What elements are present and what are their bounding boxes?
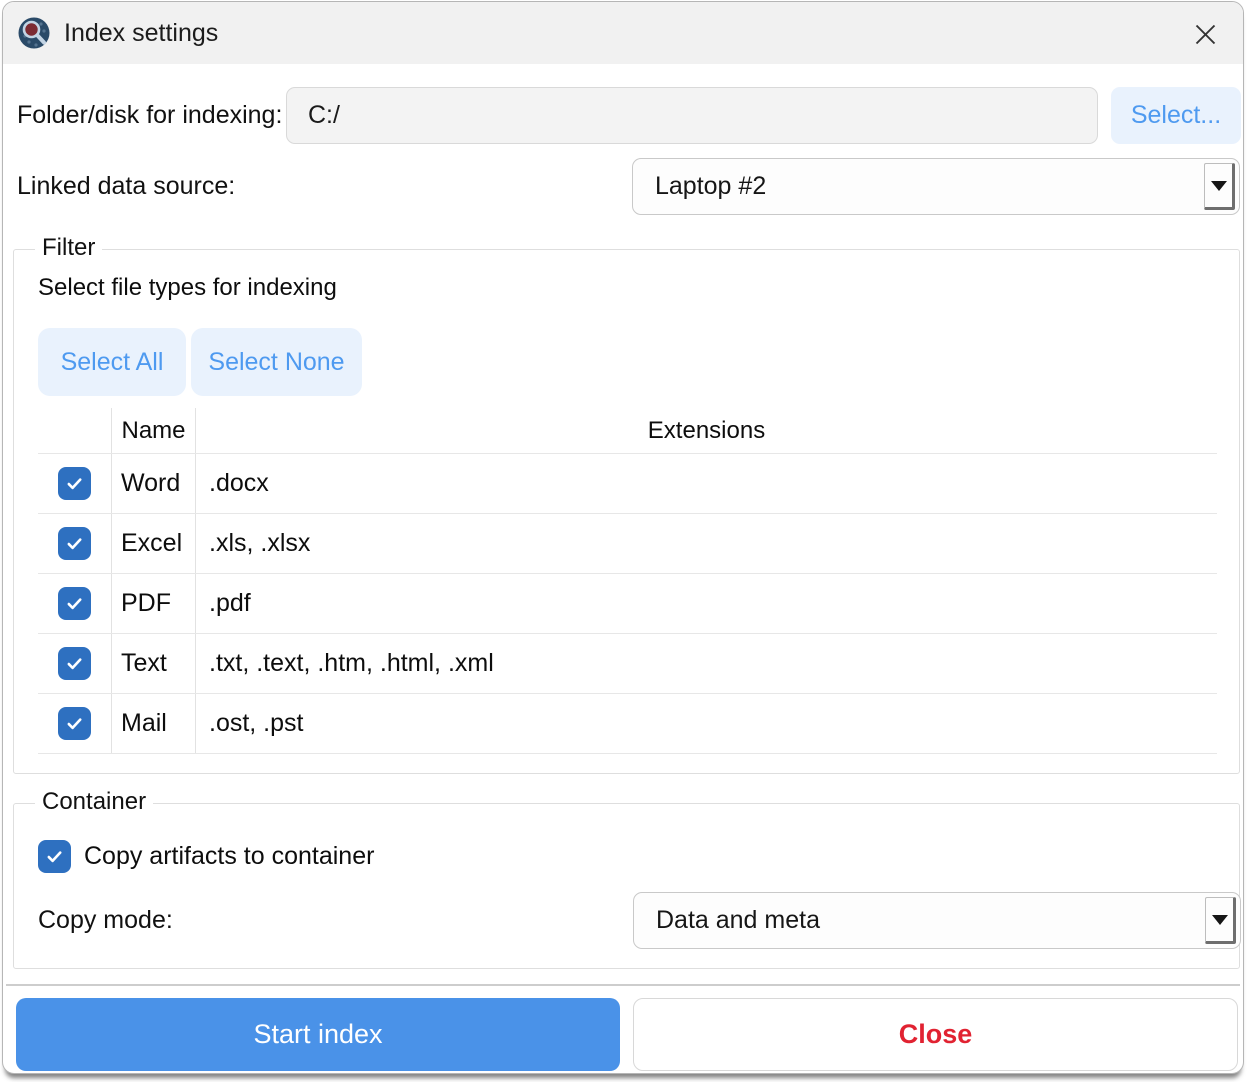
window-title: Index settings (64, 19, 219, 47)
container-groupbox: Container Copy artifacts to container Co… (13, 788, 1241, 969)
file-type-name: Excel (111, 514, 195, 573)
dropdown-arrow-button[interactable] (1204, 163, 1235, 210)
file-type-name: Text (111, 634, 195, 693)
file-type-checkbox[interactable] (58, 587, 91, 620)
footer-divider (6, 984, 1240, 986)
close-button[interactable]: Close (633, 998, 1238, 1071)
file-type-checkbox[interactable] (58, 527, 91, 560)
file-type-row: PDF .pdf (38, 574, 1217, 634)
file-type-row: Text .txt, .text, .htm, .html, .xml (38, 634, 1217, 694)
file-type-checkbox-cell (38, 454, 111, 513)
app-search-globe-icon (16, 15, 52, 51)
table-header-row: Name Extensions (38, 408, 1217, 454)
select-folder-button[interactable]: Select... (1111, 87, 1241, 144)
filter-legend: Filter (35, 234, 103, 262)
start-index-button[interactable]: Start index (16, 998, 620, 1071)
file-type-extensions: .xls, .xlsx (195, 514, 1217, 573)
window-close-icon[interactable] (1181, 14, 1229, 54)
file-type-checkbox-cell (38, 694, 111, 753)
file-type-extensions: .ost, .pst (195, 694, 1217, 753)
header-extensions: Extensions (195, 408, 1217, 453)
file-type-checkbox-cell (38, 634, 111, 693)
chevron-down-icon (1211, 914, 1228, 925)
file-type-checkbox[interactable] (58, 467, 91, 500)
copy-artifacts-row: Copy artifacts to container (38, 840, 374, 873)
copy-artifacts-label: Copy artifacts to container (84, 842, 375, 870)
file-type-row: Excel .xls, .xlsx (38, 514, 1217, 574)
file-type-name: PDF (111, 574, 195, 633)
copy-mode-dropdown[interactable]: Data and meta (633, 892, 1241, 949)
select-all-button[interactable]: Select All (38, 328, 186, 396)
file-types-table: Name Extensions Word .docx Excel .xls, .xls… (38, 408, 1217, 754)
file-type-extensions: .docx (195, 454, 1217, 513)
file-types-body: Word .docx Excel .xls, .xlsx PDF .pdf Text .txt… (38, 454, 1217, 754)
select-none-button[interactable]: Select None (191, 328, 362, 396)
copy-mode-value: Data and meta (656, 906, 820, 934)
file-type-name: Word (111, 454, 195, 513)
header-checkbox-column (38, 408, 111, 453)
dropdown-arrow-button[interactable] (1205, 897, 1236, 944)
file-type-checkbox-cell (38, 574, 111, 633)
linked-data-source-dropdown[interactable]: Laptop #2 (632, 158, 1240, 215)
file-type-name: Mail (111, 694, 195, 753)
chevron-down-icon (1210, 180, 1227, 191)
copy-artifacts-checkbox[interactable] (38, 840, 71, 873)
linked-data-source-value: Laptop #2 (655, 172, 767, 200)
header-name: Name (111, 408, 195, 453)
file-type-checkbox[interactable] (58, 647, 91, 680)
file-type-row: Word .docx (38, 454, 1217, 514)
container-legend: Container (35, 788, 154, 816)
file-type-extensions: .pdf (195, 574, 1217, 633)
filter-description: Select file types for indexing (38, 274, 337, 301)
folder-path-input[interactable] (286, 87, 1098, 144)
copy-mode-label: Copy mode: (38, 906, 173, 934)
filter-groupbox: Filter Select file types for indexing Se… (13, 234, 1240, 774)
index-settings-dialog: Index settings Folder/disk for indexing:… (2, 1, 1244, 1074)
title-bar: Index settings (3, 2, 1243, 64)
folder-indexing-label: Folder/disk for indexing: (17, 101, 283, 129)
linked-data-source-label: Linked data source: (17, 172, 236, 200)
file-type-checkbox[interactable] (58, 707, 91, 740)
file-type-row: Mail .ost, .pst (38, 694, 1217, 754)
file-type-extensions: .txt, .text, .htm, .html, .xml (195, 634, 1217, 693)
file-type-checkbox-cell (38, 514, 111, 573)
